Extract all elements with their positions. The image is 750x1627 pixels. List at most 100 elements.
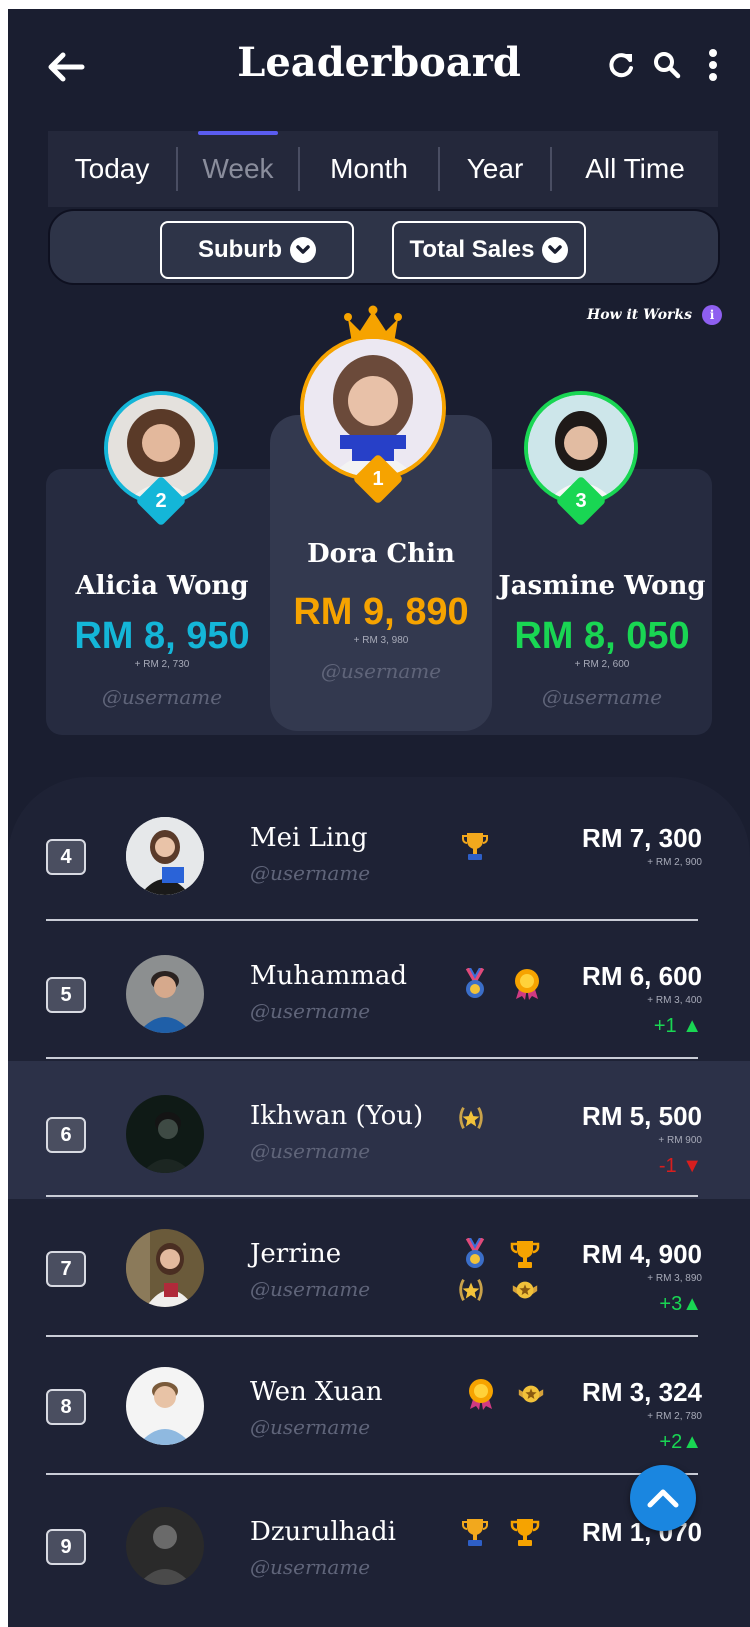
row-increase: + RM 2, 780 [647,1411,702,1422]
row-name: Ikhwan (You) [250,1101,424,1131]
podium-name-2: Alicia Wong [75,571,249,601]
suburb-dropdown[interactable]: Suburb [160,221,354,279]
row-amount: RM 5, 500 [582,1101,702,1131]
more-options-button[interactable] [696,45,730,85]
podium-username-3: @username [541,685,663,709]
rank-number: 8 [46,1389,86,1425]
winged-badge-icon [516,1379,546,1409]
row-name: Muhammad [250,961,408,991]
chevron-down-icon [290,237,316,263]
row-username: @username [250,1139,371,1163]
avatar [126,1229,204,1307]
trophy-icon [510,1517,540,1547]
more-vertical-icon [709,49,717,81]
podium-username-1: @username [320,659,442,683]
leaderboard-row-current-user[interactable]: 6 Ikhwan (You) @username RM 5, 500 + RM … [8,1061,750,1199]
row-divider [46,1195,698,1197]
podium-name-1: Dora Chin [307,539,455,569]
podium-username-2: @username [101,685,223,709]
metric-dropdown[interactable]: Total Sales [392,221,586,279]
podium-amount-1: RM 9, 890 [293,591,469,633]
how-it-works-link[interactable]: How it Works i [587,305,722,325]
rosette-icon [512,969,542,1000]
row-username: @username [250,999,371,1023]
rank-number: 7 [46,1251,86,1287]
rank-change-down: -1 ▼ [658,1155,702,1177]
rank-change-up: +2▲ [659,1431,702,1453]
rank-number: 9 [46,1529,86,1565]
row-username: @username [250,1555,371,1579]
chevron-up-icon [647,1489,679,1508]
row-divider [46,1473,698,1475]
row-increase: + RM 3, 890 [647,1273,702,1284]
search-button[interactable] [650,45,684,85]
leaderboard-screen: Leaderboard Today Week Month Year All Ti… [8,9,750,1627]
avatar [126,1507,204,1585]
podium-amount-3: RM 8, 050 [514,615,690,657]
rosette-icon [466,1379,496,1410]
tab-all-time[interactable]: All Time [552,131,718,207]
row-amount: RM 6, 600 [582,961,702,991]
metric-dropdown-label: Total Sales [409,236,535,263]
medal-icon [460,1238,490,1269]
avatar [126,1095,204,1173]
row-name: Mei Ling [250,823,368,853]
podium-increase-1: + RM 3, 980 [353,635,409,646]
trophy-icon [460,831,490,861]
info-icon: i [702,305,722,325]
period-tabs: Today Week Month Year All Time [48,131,718,207]
refresh-icon [609,53,633,78]
row-amount: RM 7, 300 [582,823,702,853]
avatar [126,1367,204,1445]
row-increase: + RM 900 [658,1135,702,1146]
leaderboard-row[interactable]: 4 Mei Ling @username RM 7, 300 + RM 2, 9… [8,783,750,921]
row-increase: + RM 3, 400 [647,995,702,1006]
rank-number: 6 [46,1117,86,1153]
avatar [126,817,204,895]
row-username: @username [250,1415,371,1439]
how-it-works-label: How it Works [586,307,692,323]
rank-number: 5 [46,977,86,1013]
winged-badge-icon [510,1275,540,1305]
trophy-icon [510,1239,540,1269]
leaderboard-row[interactable]: 8 Wen Xuan @username RM 3, 324 + RM 2, 7… [8,1337,750,1475]
row-username: @username [250,861,371,885]
search-icon [654,52,681,79]
podium-name-3: Jasmine Wong [498,571,706,601]
row-increase: + RM 2, 900 [647,857,702,868]
tab-month[interactable]: Month [300,131,438,207]
rank-change-up: +1 ▲ [653,1015,702,1037]
row-name: Dzurulhadi [250,1517,396,1547]
row-divider [46,1057,698,1059]
scroll-to-top-button[interactable] [630,1465,696,1531]
chevron-down-icon [542,237,569,263]
row-username: @username [250,1277,371,1301]
medal-icon [460,968,490,999]
tab-today[interactable]: Today [48,131,176,207]
suburb-dropdown-label: Suburb [198,236,282,263]
trophy-icon [460,1517,490,1547]
podium-increase-3: + RM 2, 600 [574,659,630,670]
podium-increase-2: + RM 2, 730 [134,659,190,670]
app-header: Leaderboard [8,9,750,129]
tab-week[interactable]: Week [178,131,298,207]
rank-2-number: 2 [155,489,167,512]
row-amount: RM 3, 324 [582,1377,702,1407]
rank-number: 4 [46,839,86,875]
laurel-star-icon [456,1275,486,1305]
filter-bar: Suburb Total Sales [48,209,720,285]
refresh-button[interactable] [604,45,638,85]
avatar [126,955,204,1033]
row-name: Jerrine [250,1239,342,1269]
laurel-star-icon [456,1103,486,1133]
leaderboard-row[interactable]: 7 Jerrine @username RM 4, 900 + RM 3, 89… [8,1199,750,1337]
tab-year[interactable]: Year [440,131,550,207]
row-name: Wen Xuan [250,1377,383,1407]
leaderboard-row[interactable]: 5 Muhammad @username RM 6, 600 + RM 3, 4… [8,921,750,1059]
rank-3-number: 3 [575,489,587,512]
row-amount: RM 4, 900 [582,1239,702,1269]
rank-change-up: +3▲ [659,1293,702,1315]
person-avatar-icon [304,339,442,477]
podium-amount-2: RM 8, 950 [74,615,250,657]
rank-1-number: 1 [372,467,384,490]
